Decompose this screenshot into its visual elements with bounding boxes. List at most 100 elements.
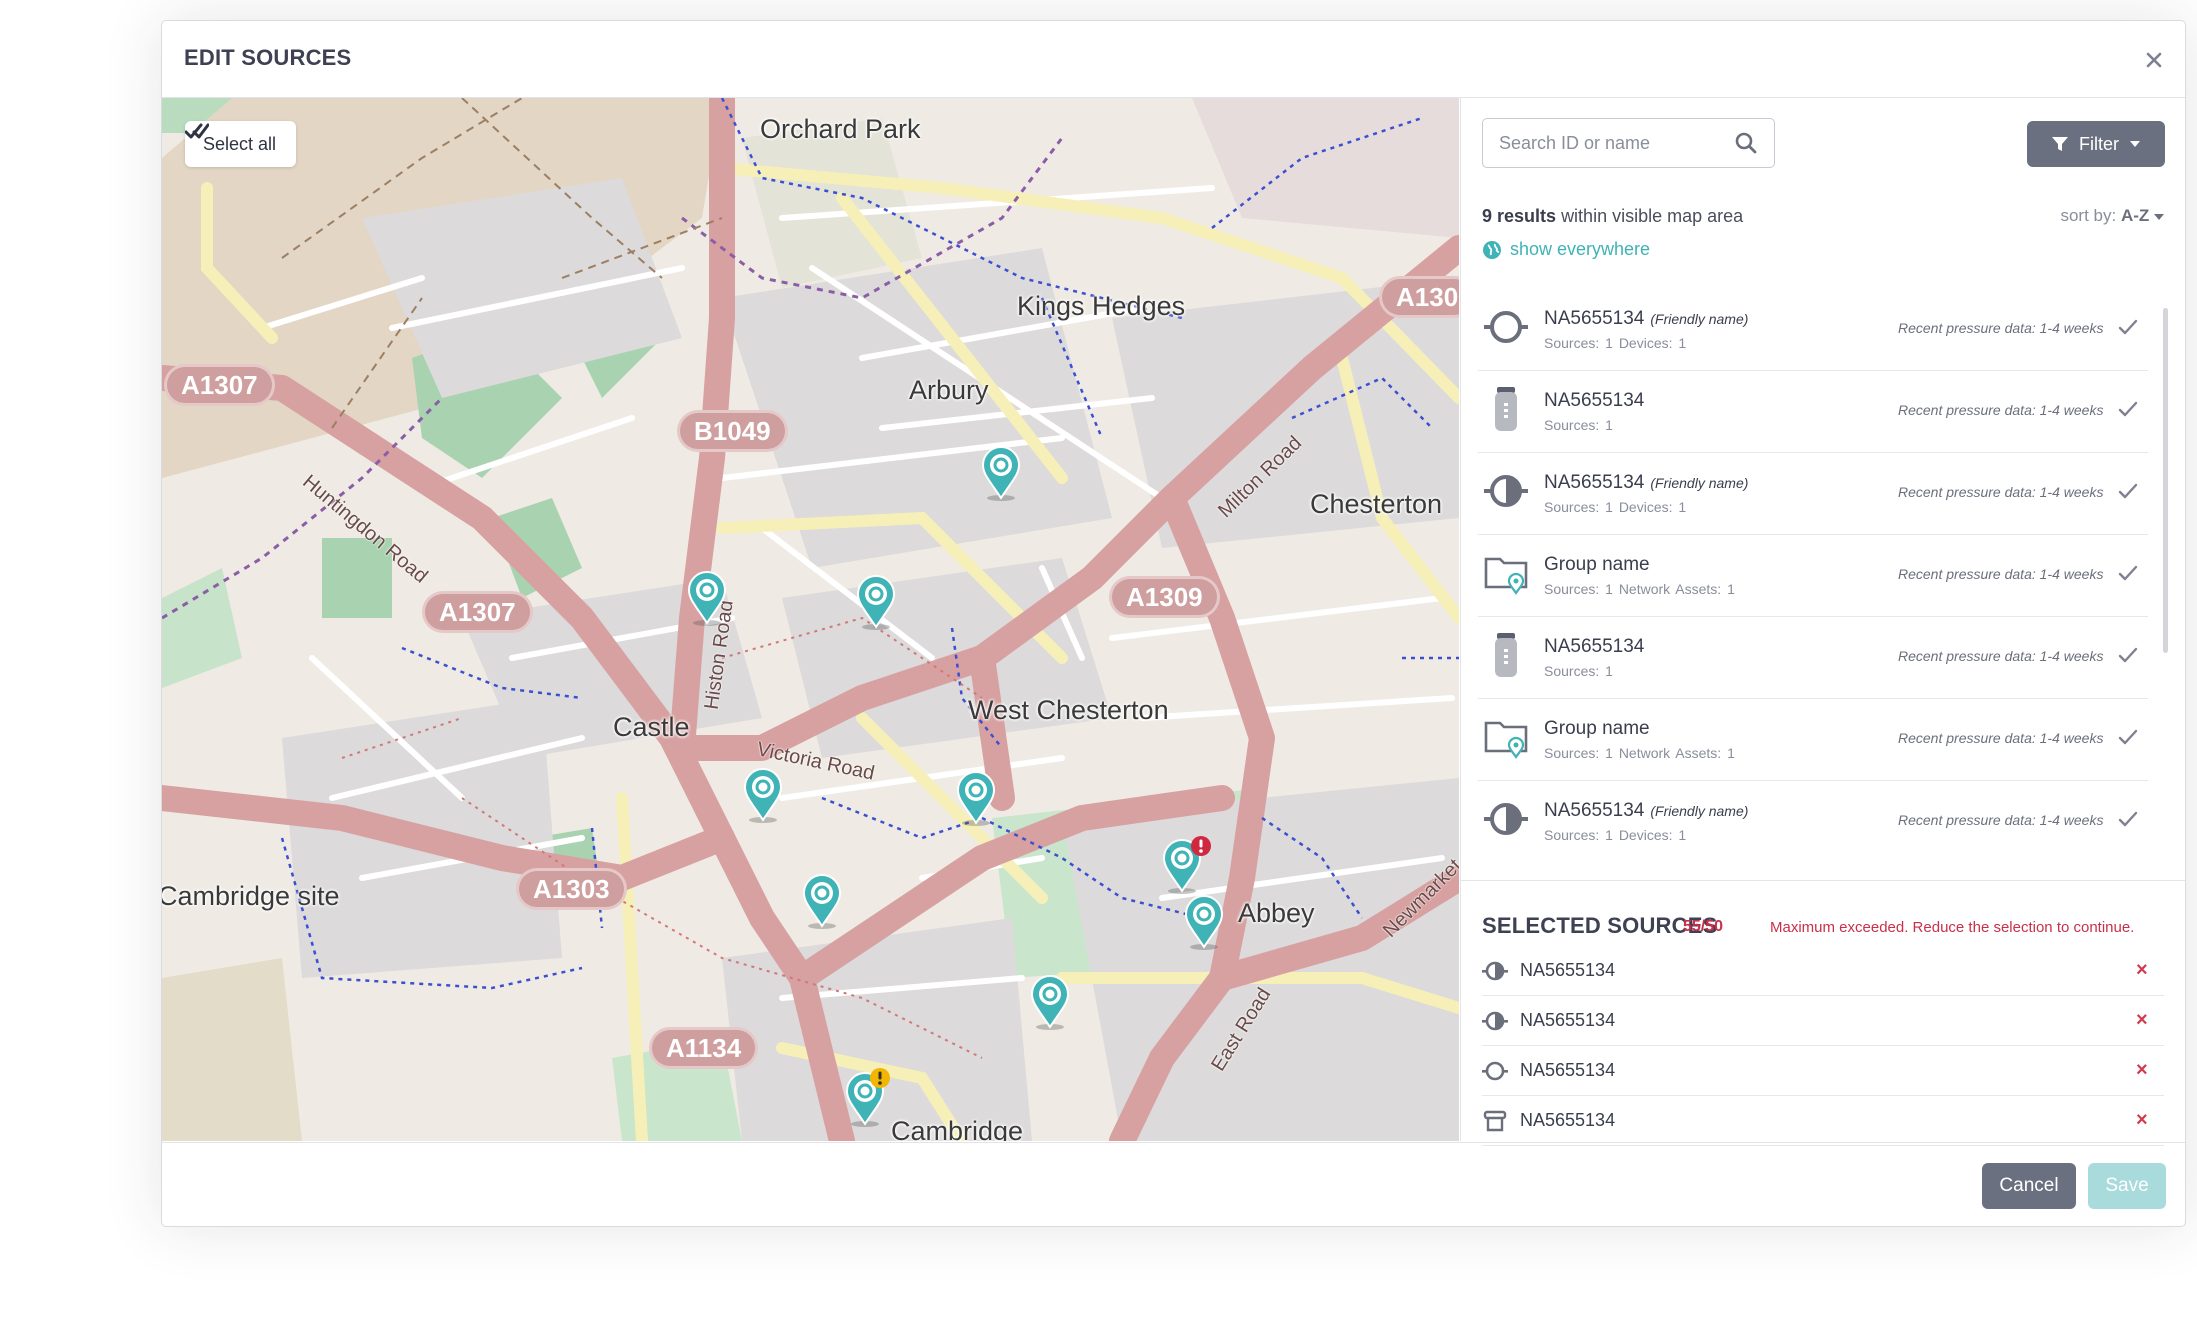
recent-data-status: Recent pressure data: 1-4 weeks <box>1898 730 2104 746</box>
road-shield: A1307 <box>425 594 530 630</box>
folder-pin-icon <box>1484 557 1528 595</box>
list-item[interactable]: NA5655134 (Friendly name) Sources: 1 Devi… <box>1478 780 2148 844</box>
sort-dropdown[interactable]: sort by: A-Z <box>2060 206 2164 226</box>
source-pin-icon[interactable] <box>856 575 896 631</box>
source-meta: Sources: 1 Devices: 1 <box>1544 335 1687 351</box>
recent-data-status: Recent pressure data: 1-4 weeks <box>1898 484 2104 500</box>
modal-title: EDIT SOURCES <box>184 45 352 70</box>
globe-icon <box>1483 240 1501 259</box>
road-shield: A1134 <box>652 1030 756 1066</box>
ring-icon <box>1484 311 1528 343</box>
sort-label: sort by: <box>2060 206 2117 225</box>
source-name: Group name <box>1544 554 1650 575</box>
list-item[interactable]: Group name Sources: 1 Network Assets: 1 … <box>1478 698 2148 781</box>
place-label: Cambridge site <box>162 881 340 911</box>
source-meta: Sources: 1 Network Assets: 1 <box>1544 745 1735 761</box>
place-label: West Chesterton <box>968 695 1169 725</box>
remove-icon[interactable]: × <box>2136 1009 2148 1032</box>
road-shield: A1303 <box>519 871 624 907</box>
road-shield: A1309 <box>1112 579 1217 615</box>
select-all-button[interactable]: Select all <box>185 121 297 167</box>
source-pin-icon[interactable] <box>956 771 996 827</box>
alert-red-icon <box>1191 836 1211 856</box>
sources-list: NA5655134 (Friendly name) Sources: 1 Devi… <box>1478 288 2148 844</box>
road-shield: A130 <box>1382 279 1459 315</box>
list-scrollbar[interactable] <box>2163 308 2168 653</box>
check-icon <box>2118 401 2138 417</box>
results-summary: 9 results within visible map area <box>1482 206 1743 227</box>
source-meta: Sources: 1 Devices: 1 <box>1544 827 1687 843</box>
remove-icon[interactable]: × <box>2136 1059 2148 1082</box>
source-pin-icon[interactable] <box>1030 975 1070 1031</box>
search-icon[interactable] <box>1734 131 1758 155</box>
hydrant-icon <box>1483 1110 1507 1132</box>
results-suffix: within visible map area <box>1561 206 1744 226</box>
list-item[interactable]: Group name Sources: 1 Network Assets: 1 … <box>1478 534 2148 617</box>
place-label: Arbury <box>909 375 989 405</box>
place-label: Orchard Park <box>760 114 921 144</box>
chevron-down-icon <box>2130 141 2140 147</box>
results-count: 9 results <box>1482 206 1557 226</box>
logger-device-icon <box>1495 633 1517 677</box>
recent-data-status: Recent pressure data: 1-4 weeks <box>1898 812 2104 828</box>
search-input[interactable]: Search ID or name <box>1482 118 1775 168</box>
selection-warning: Maximum exceeded. Reduce the selection t… <box>1770 919 2135 936</box>
show-everywhere-link[interactable]: show everywhere <box>1482 239 1650 260</box>
selected-item: NA5655134 × <box>1482 1045 2164 1096</box>
source-pin-icon[interactable] <box>802 874 842 930</box>
select-all-label: Select all <box>203 133 277 154</box>
source-pin-icon[interactable] <box>981 446 1021 502</box>
half-disc-icon <box>1484 475 1528 507</box>
recent-data-status: Recent pressure data: 1-4 weeks <box>1898 566 2104 582</box>
place-label: Chesterton <box>1310 489 1443 519</box>
remove-icon[interactable]: × <box>2136 1109 2148 1132</box>
sort-value: A-Z <box>2120 206 2150 225</box>
selected-count-badge: 55/50 <box>1683 918 1724 935</box>
source-pin-icon[interactable] <box>743 768 783 824</box>
source-meta: Sources: 1 Devices: 1 <box>1544 499 1687 515</box>
selected-item-name: NA5655134 <box>1520 1110 1616 1130</box>
map-view[interactable]: A1307 A1307 B1049 A1309 A1303 A1134 A130… <box>162 98 1459 1141</box>
modal-footer: Cancel Save <box>162 1142 2185 1226</box>
place-label: Kings Hedges <box>1017 291 1186 321</box>
check-icon <box>2118 483 2138 499</box>
logger-device-icon <box>1495 387 1517 431</box>
source-pin-icon[interactable] <box>687 571 727 627</box>
recent-data-status: Recent pressure data: 1-4 weeks <box>1898 648 2104 664</box>
filter-funnel-icon <box>2052 137 2068 151</box>
source-meta: Sources: 1 <box>1544 417 1613 433</box>
save-button[interactable]: Save <box>2088 1163 2166 1209</box>
recent-data-status: Recent pressure data: 1-4 weeks <box>1898 402 2104 418</box>
source-name: NA5655134 <box>1544 390 1645 411</box>
double-check-icon <box>185 123 209 139</box>
remove-icon[interactable]: × <box>2136 959 2148 982</box>
source-meta: Sources: 1 <box>1544 663 1613 679</box>
half-disc-icon <box>1482 961 1508 981</box>
sources-panel: Search ID or name Filter 9 results withi… <box>1460 98 2185 1146</box>
road-shield: A1307 <box>167 367 272 403</box>
source-name: Group name <box>1544 718 1650 739</box>
selected-item-name: NA5655134 <box>1520 960 1616 980</box>
list-item[interactable]: NA5655134 Sources: 1 Recent pressure dat… <box>1478 616 2148 699</box>
place-label: Abbey <box>1238 898 1315 928</box>
list-item[interactable]: NA5655134 (Friendly name) Sources: 1 Devi… <box>1478 288 2148 371</box>
close-icon[interactable] <box>2141 47 2167 73</box>
check-icon <box>2118 647 2138 663</box>
filter-label: Filter <box>2079 133 2119 154</box>
selected-item: NA5655134 × <box>1482 995 2164 1046</box>
list-item[interactable]: NA5655134 Sources: 1 Recent pressure dat… <box>1478 370 2148 453</box>
selected-item: NA5655134 × <box>1482 1095 2164 1146</box>
source-pin-icon[interactable] <box>1184 895 1224 951</box>
selected-item: NA5655134 × <box>1482 945 2164 996</box>
source-name: NA5655134 <box>1544 636 1645 657</box>
filter-button[interactable]: Filter <box>2027 121 2165 167</box>
source-name: NA5655134 (Friendly name) <box>1544 308 1749 329</box>
list-item[interactable]: NA5655134 (Friendly name) Sources: 1 Devi… <box>1478 452 2148 535</box>
selected-item-name: NA5655134 <box>1520 1060 1616 1080</box>
road-shield: B1049 <box>680 413 785 449</box>
search-placeholder: Search ID or name <box>1499 132 1651 153</box>
selected-item-name: NA5655134 <box>1520 1010 1616 1030</box>
recent-data-status: Recent pressure data: 1-4 weeks <box>1898 320 2104 336</box>
cancel-button[interactable]: Cancel <box>1982 1163 2076 1209</box>
selected-sources-section: SELECTED SOURCES 55/50 Maximum exceeded.… <box>1461 880 2185 1146</box>
